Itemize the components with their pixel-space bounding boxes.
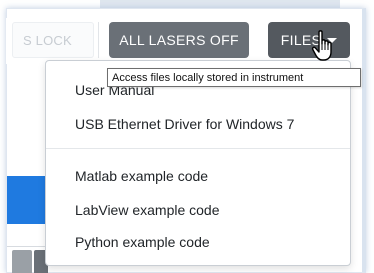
- menu-item-python-example[interactable]: Python example code: [46, 227, 350, 257]
- menu-item-usb-ethernet-driver[interactable]: USB Ethernet Driver for Windows 7: [46, 109, 350, 139]
- files-button[interactable]: FILES: [268, 22, 350, 58]
- laser-lock-button[interactable]: S LOCK: [12, 22, 94, 58]
- toolbar-divider: [98, 22, 99, 58]
- menu-item-labview-example[interactable]: LabView example code: [46, 195, 350, 225]
- files-dropdown-menu: User Manual USB Ethernet Driver for Wind…: [45, 60, 351, 266]
- bottom-button[interactable]: [12, 250, 32, 273]
- files-tooltip: Access files locally stored in instrumen…: [107, 68, 361, 87]
- content-divider: [7, 246, 47, 247]
- progress-bar-fill: [7, 176, 47, 224]
- menu-divider: [46, 148, 350, 149]
- all-lasers-off-label: ALL LASERS OFF: [119, 32, 239, 48]
- all-lasers-off-button[interactable]: ALL LASERS OFF: [109, 22, 249, 58]
- menu-item-matlab-example[interactable]: Matlab example code: [46, 161, 350, 191]
- hand-pointer-icon: [311, 30, 332, 61]
